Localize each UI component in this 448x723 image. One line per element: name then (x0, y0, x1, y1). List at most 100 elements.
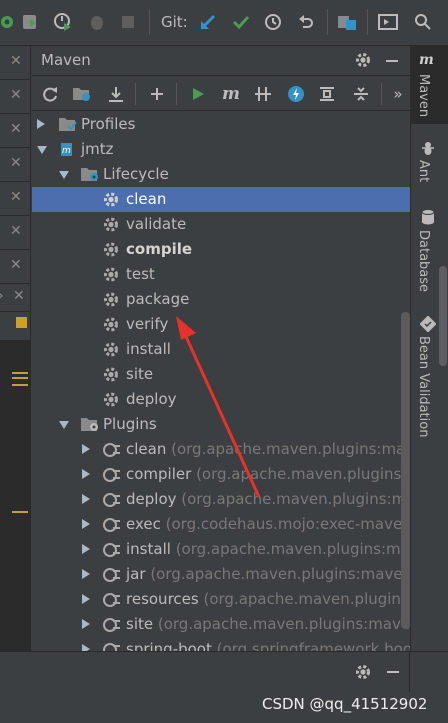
generate-sources-icon[interactable] (70, 82, 94, 106)
close-icon[interactable]: ✕ (10, 53, 22, 69)
tool-tab-maven[interactable]: m Maven (411, 46, 448, 124)
minimize-icon[interactable] (381, 660, 405, 684)
close-icon[interactable]: ✕ (10, 121, 22, 137)
lifecycle-item-site[interactable]: site (32, 362, 410, 387)
editor-tab[interactable]: ✕ (0, 182, 31, 216)
lifecycle-item-install[interactable]: install (32, 337, 410, 362)
git-update-icon[interactable] (197, 11, 219, 33)
plugin-item[interactable]: deploy (org.apache.maven.plugins:mav (32, 487, 410, 512)
terminal-icon[interactable] (377, 11, 399, 33)
chevron-down-icon[interactable] (59, 421, 69, 429)
close-icon[interactable]: ✕ (10, 189, 22, 205)
toolbar-separator (149, 9, 150, 35)
plugin-item[interactable]: spring-boot (org.springframework.boo (32, 637, 410, 651)
plugin-icon (102, 540, 122, 559)
chevron-right-icon[interactable] (82, 594, 90, 604)
plugin-item[interactable]: jar (org.apache.maven.plugins:maven-ja (32, 562, 410, 587)
tree-node-label: jmtz (81, 140, 114, 158)
editor-tab[interactable]: ✕ (0, 46, 31, 80)
tool-tab-label: Bean Validation (416, 336, 431, 438)
chevron-right-icon[interactable] (82, 644, 90, 651)
close-icon[interactable]: ✕ (13, 288, 25, 304)
reload-icon[interactable] (38, 82, 62, 106)
chevron-right-icon[interactable] (82, 619, 90, 629)
plugin-coordinates: (org.apache.maven.plugins:mave (175, 540, 410, 558)
tree-node-lifecycle[interactable]: Lifecycle (32, 162, 410, 187)
close-icon[interactable]: ✕ (10, 155, 22, 171)
editor-tab[interactable]: ✕ (0, 114, 31, 148)
settings-gear-icon[interactable] (0, 11, 18, 33)
git-label: Git: (161, 13, 188, 31)
plugin-item[interactable]: clean (org.apache.maven.plugins:maven (32, 437, 410, 462)
chevron-down-icon[interactable] (59, 171, 69, 179)
chevron-right-icon[interactable] (82, 469, 90, 479)
editor-tab[interactable]: › ✕ (0, 284, 31, 312)
tree-node-project[interactable]: m jmtz (32, 137, 410, 162)
chevron-right-icon[interactable]: › (0, 288, 4, 304)
attach-debugger-icon[interactable] (86, 11, 108, 33)
show-dependencies-icon[interactable] (315, 82, 339, 106)
editor-tab[interactable]: ✕ (0, 80, 31, 114)
plugin-name: clean (126, 440, 167, 458)
gutter-marker (12, 384, 28, 386)
plugin-icon (102, 590, 122, 609)
editor-tab[interactable]: ✕ (0, 216, 31, 250)
lifecycle-item-compile[interactable]: compile (32, 237, 410, 262)
git-commit-check-icon[interactable] (230, 11, 252, 33)
tree-node-profiles[interactable]: Profiles (32, 112, 410, 137)
git-history-clock-icon[interactable] (262, 11, 284, 33)
lifecycle-item-deploy[interactable]: deploy (32, 387, 410, 412)
plugin-name: deploy (126, 490, 177, 508)
run-icon[interactable] (186, 82, 210, 106)
chevron-right-icon[interactable] (82, 444, 90, 454)
right-strip-scrollbar[interactable] (439, 266, 447, 366)
more-chevron-icon[interactable]: » (388, 82, 408, 106)
close-icon[interactable]: ✕ (10, 223, 22, 239)
plugin-item[interactable]: exec (org.codehaus.mojo:exec-maven-p (32, 512, 410, 537)
lifecycle-item-validate[interactable]: validate (32, 212, 410, 237)
lifecycle-item-verify[interactable]: verify (32, 312, 410, 337)
skip-tests-icon[interactable] (284, 82, 308, 106)
lifecycle-item-test[interactable]: test (32, 262, 410, 287)
chevron-down-icon[interactable] (37, 146, 47, 154)
git-rollback-icon[interactable] (295, 11, 317, 33)
tree-scrollbar[interactable] (401, 312, 410, 629)
project-structure-icon[interactable] (336, 11, 358, 33)
ant-icon (420, 140, 436, 160)
tree-node-plugins[interactable]: Plugins (32, 412, 410, 437)
plugin-icon (102, 615, 122, 634)
gear-icon[interactable] (351, 660, 375, 684)
collapse-all-icon[interactable] (349, 82, 373, 106)
chevron-right-icon[interactable] (82, 569, 90, 579)
plugin-item[interactable]: compiler (org.apache.maven.plugins:ma (32, 462, 410, 487)
toggle-offline-icon[interactable] (251, 82, 275, 106)
plugin-name: spring-boot (126, 640, 212, 651)
tool-tab-ant[interactable]: Ant (411, 138, 448, 196)
download-icon[interactable] (104, 82, 128, 106)
execute-goal-icon[interactable]: m (219, 82, 243, 106)
minimize-icon[interactable] (384, 52, 400, 68)
lifecycle-item-package[interactable]: package (32, 287, 410, 312)
close-icon[interactable]: ✕ (10, 257, 22, 273)
stop-icon[interactable] (117, 11, 139, 33)
run-coverage-icon[interactable] (20, 11, 42, 33)
plugin-icon (102, 440, 122, 459)
editor-tab[interactable]: ✕ (0, 250, 31, 284)
gear-icon[interactable] (354, 51, 372, 73)
add-icon[interactable] (145, 82, 169, 106)
close-icon[interactable]: ✕ (10, 87, 22, 103)
chevron-right-icon[interactable] (82, 544, 90, 554)
chevron-right-icon[interactable] (37, 119, 45, 129)
chevron-right-icon[interactable] (82, 519, 90, 529)
plugin-item[interactable]: site (org.apache.maven.plugins:maven-s (32, 612, 410, 637)
lifecycle-item-clean[interactable]: clean (32, 187, 410, 212)
search-everywhere-icon[interactable] (412, 11, 434, 33)
plugin-item[interactable]: install (org.apache.maven.plugins:mave (32, 537, 410, 562)
profiler-icon[interactable] (52, 11, 74, 33)
chevron-right-icon[interactable] (82, 494, 90, 504)
plugin-item[interactable]: resources (org.apache.maven.plugins:m (32, 587, 410, 612)
warning-marker[interactable] (16, 317, 27, 328)
plugin-name: compiler (126, 465, 192, 483)
plugin-coordinates: (org.apache.maven.plugins:m (203, 590, 410, 608)
editor-tab[interactable]: ✕ (0, 148, 31, 182)
